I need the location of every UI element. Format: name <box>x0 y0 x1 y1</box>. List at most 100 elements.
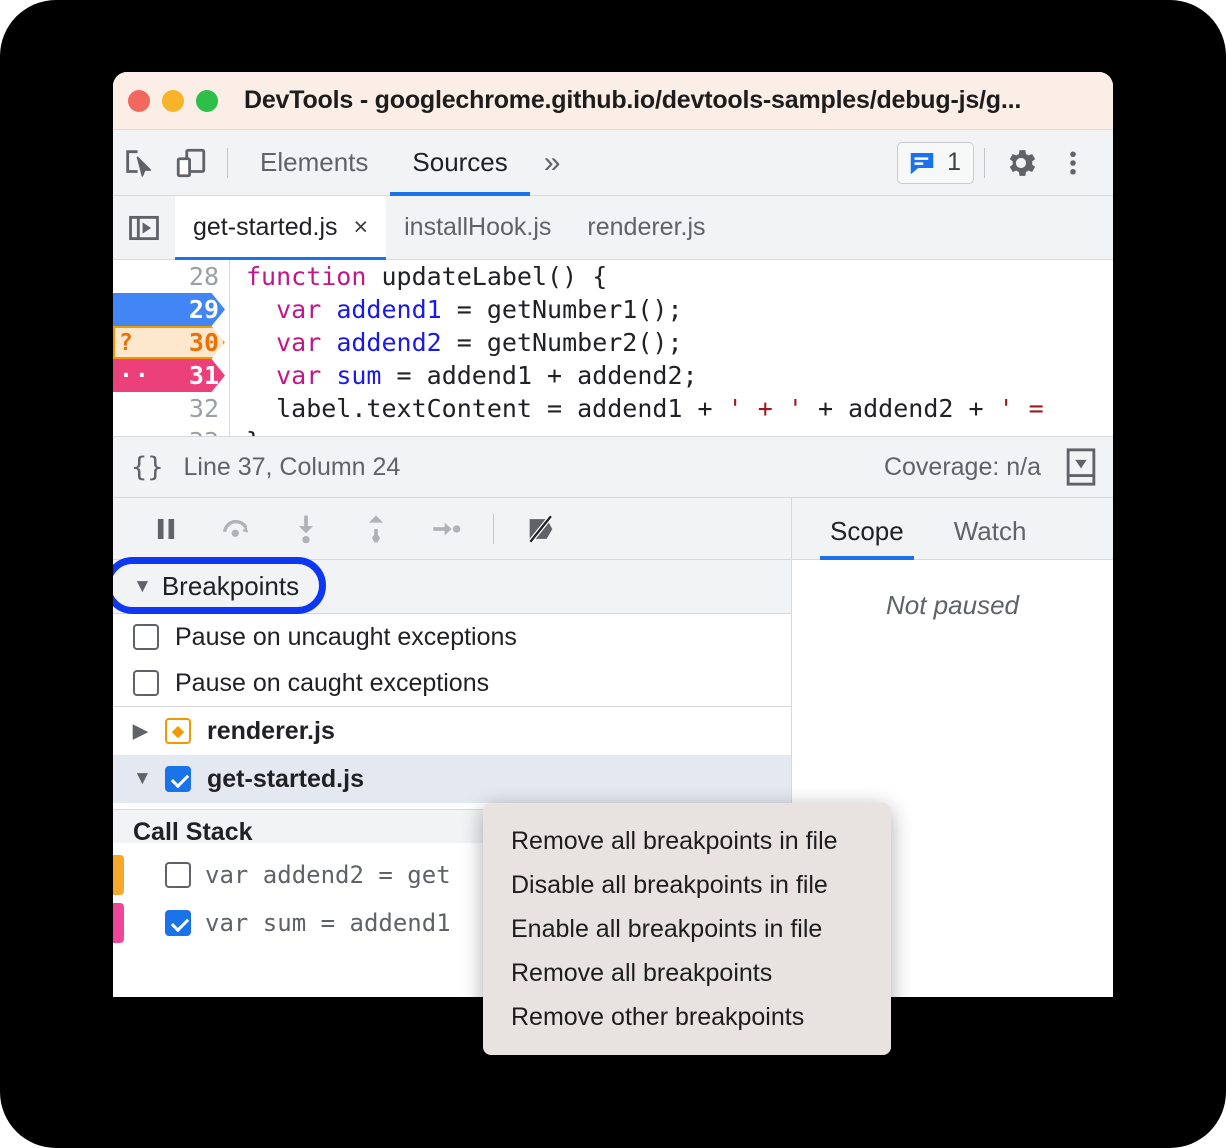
file-tab-installhook[interactable]: installHook.js <box>386 196 569 260</box>
breakpoint-file-name: renderer.js <box>207 716 335 745</box>
code-token: + addend2 + <box>802 394 999 423</box>
breakpoint-file-checkbox[interactable] <box>165 766 191 792</box>
step-over-icon[interactable] <box>201 503 271 555</box>
code-token: ' + ' <box>727 394 803 423</box>
window-title: DevTools - googlechrome.github.io/devtoo… <box>244 86 1022 114</box>
file-tab-label: get-started.js <box>193 213 338 241</box>
close-icon[interactable]: × <box>354 213 369 242</box>
pause-on-caught-exceptions-row[interactable]: Pause on caught exceptions <box>113 660 791 706</box>
breakpoint-file-row-get-started[interactable]: ▼ get-started.js <box>113 755 791 803</box>
line-gutter[interactable]: 28 <box>113 260 230 293</box>
message-count: 1 <box>947 148 961 176</box>
code-line-text: function updateLabel() { <box>230 262 607 291</box>
menu-item-remove-all-in-file[interactable]: Remove all breakpoints in file <box>483 819 891 863</box>
toolbar-right-group: 1 <box>897 137 1113 189</box>
step-into-icon[interactable] <box>271 503 341 555</box>
source-file-icon: ◆ <box>165 718 191 744</box>
gear-icon[interactable] <box>995 137 1047 189</box>
debugger-left-pane: ▼ Breakpoints Pause on uncaught exceptio… <box>113 498 792 947</box>
window-titlebar: DevTools - googlechrome.github.io/devtoo… <box>113 72 1113 130</box>
step-icon[interactable] <box>411 503 481 555</box>
code-token: var <box>276 295 337 324</box>
code-line-text: } <box>230 427 261 436</box>
conditional-breakpoint-bar <box>113 855 124 895</box>
code-line-partial: 33} <box>113 425 1113 436</box>
pause-on-uncaught-exceptions-row[interactable]: Pause on uncaught exceptions <box>113 614 791 660</box>
code-token: = getNumber1(); <box>441 295 683 324</box>
close-window-button[interactable] <box>128 89 150 112</box>
code-token: ' = <box>998 394 1044 423</box>
minimize-window-button[interactable] <box>162 89 184 112</box>
line-gutter[interactable]: ? 30 <box>113 326 230 359</box>
tab-sources[interactable]: Sources <box>390 130 531 196</box>
show-drawer-icon[interactable] <box>1063 447 1099 487</box>
deactivate-breakpoints-icon[interactable] <box>506 503 576 555</box>
breakpoints-label: Breakpoints <box>161 571 300 601</box>
tab-watch[interactable]: Watch <box>944 516 1037 559</box>
more-options-icon[interactable] <box>1047 137 1099 189</box>
chevron-down-icon[interactable]: ▼ <box>133 576 152 598</box>
debugger-toolbar-divider <box>493 513 494 544</box>
menu-item-remove-all[interactable]: Remove all breakpoints <box>483 951 891 995</box>
breakpoint-context-menu[interactable]: Remove all breakpoints in file Disable a… <box>483 803 891 1055</box>
code-line: ? 30 var addend2 = getNumber2(); <box>113 326 1113 359</box>
file-tab-renderer[interactable]: renderer.js <box>569 196 723 260</box>
code-token: var <box>276 361 337 390</box>
console-message-icon <box>910 152 934 174</box>
toolbar-divider <box>227 147 228 178</box>
menu-item-remove-other[interactable]: Remove other breakpoints <box>483 995 891 1039</box>
breakpoint-checkbox[interactable] <box>165 910 191 936</box>
toolbar-divider-2 <box>984 147 985 178</box>
show-navigator-icon[interactable] <box>113 211 175 245</box>
pause-caught-checkbox[interactable] <box>133 670 159 696</box>
line-number: 33 <box>189 427 219 436</box>
code-editor[interactable]: 28 function updateLabel() { 29 var addend1… <box>113 260 1113 436</box>
not-paused-message: Not paused <box>886 590 1019 620</box>
line-gutter[interactable]: ·· 31 <box>113 359 230 392</box>
device-toolbar-icon[interactable] <box>165 137 217 189</box>
tab-elements[interactable]: Elements <box>238 130 390 196</box>
conditional-breakpoint-glyph: ? <box>119 329 133 356</box>
breakpoint-checkbox[interactable] <box>165 862 191 888</box>
pause-script-execution-icon[interactable] <box>131 503 201 555</box>
logpoint-breakpoint-bar <box>113 903 124 943</box>
line-number: 28 <box>188 262 219 291</box>
pause-uncaught-checkbox[interactable] <box>133 624 159 650</box>
debugger-split: ▼ Breakpoints Pause on uncaught exceptio… <box>113 498 1113 947</box>
code-token: = getNumber2(); <box>441 328 683 357</box>
menu-item-enable-all-in-file[interactable]: Enable all breakpoints in file <box>483 907 891 951</box>
line-gutter[interactable]: 29 <box>113 293 230 326</box>
step-out-icon[interactable] <box>341 503 411 555</box>
coverage-status: Coverage: n/a <box>883 452 1041 481</box>
more-panels-icon[interactable]: » <box>530 146 575 180</box>
code-line: 28 function updateLabel() { <box>113 260 1113 293</box>
maximize-window-button[interactable] <box>196 89 218 112</box>
code-line-text: var sum = addend1 + addend2; <box>230 361 697 390</box>
console-message-badge[interactable]: 1 <box>897 141 974 184</box>
code-token: addend1 <box>336 295 442 324</box>
chevron-right-icon[interactable]: ▶ <box>133 720 165 743</box>
line-number: 30 <box>188 328 219 357</box>
menu-item-disable-all-in-file[interactable]: Disable all breakpoints in file <box>483 863 891 907</box>
code-token: label.textContent = addend1 + <box>246 394 728 423</box>
breakpoint-file-name-2: get-started.js <box>207 764 364 793</box>
line-gutter[interactable]: 33 <box>113 425 230 436</box>
line-gutter[interactable]: 32 <box>113 392 230 425</box>
code-line: 32 label.textContent = addend1 + ' + ' +… <box>113 392 1113 425</box>
logpoint-glyph: ·· <box>119 362 151 389</box>
breakpoint-code: var addend2 = get <box>205 861 451 889</box>
breakpoints-section-header[interactable]: ▼ Breakpoints <box>113 557 791 614</box>
code-token: function <box>246 262 382 291</box>
line-number: 31 <box>188 361 219 390</box>
pretty-print-icon[interactable]: {} <box>131 452 164 483</box>
code-token: var <box>276 328 337 357</box>
line-number: 29 <box>188 295 219 324</box>
breakpoint-file-row-renderer[interactable]: ▶ ◆ renderer.js <box>113 707 791 755</box>
file-tab-get-started[interactable]: get-started.js × <box>175 195 387 261</box>
chevron-down-icon-2[interactable]: ▼ <box>133 768 165 790</box>
inspect-element-icon[interactable] <box>113 137 165 189</box>
tab-scope[interactable]: Scope <box>820 516 914 560</box>
debugger-toolbar <box>113 498 791 560</box>
